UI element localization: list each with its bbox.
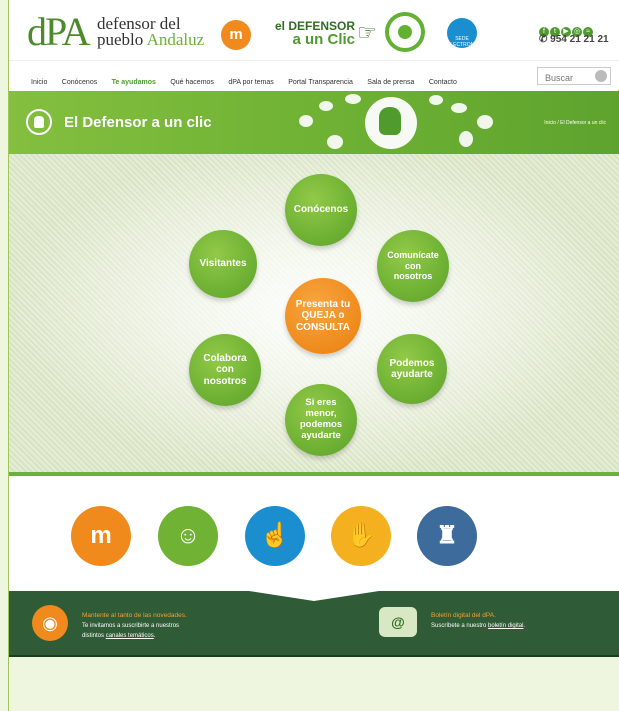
person-main-icon [365,97,417,149]
phone-text: 954 21 21 21 [550,34,609,45]
clic-line2-b: Clic [327,31,356,48]
ciudadania-icon[interactable]: ☺ [158,506,218,566]
page-frame: dPA defensor del pueblo Andaluz m el DEF… [8,0,619,711]
logo-line2-b: Andaluz [146,30,205,49]
law-icon [299,115,313,127]
breadcrumb-home[interactable]: Inicio [544,120,556,126]
document-icon [451,103,467,113]
node-colabora[interactable]: Colabora con nosotros [189,334,261,406]
menores-icon[interactable]: m [71,506,131,566]
footer-left-line3: distintos canales temáticos. [82,631,187,641]
footer-right-title: Boletín digital del dPA. [431,612,496,619]
footer-right-line2-a: Suscríbete a nuestro [431,623,487,629]
clic-line2: a un Clic [275,31,356,48]
logo-mark[interactable]: dPA [27,12,90,52]
footer-right-text: Boletín digital del dPA. Suscríbete a nu… [431,611,525,631]
site-header: dPA defensor del pueblo Andaluz m el DEF… [9,0,619,60]
clic-hand-icon[interactable]: ☝ [245,506,305,566]
sede-electronica-icon[interactable]: SEDE ELECTRONICA [447,18,483,48]
search-box [537,67,611,86]
node-conocenos[interactable]: Conócenos [285,174,357,246]
defensor-clic-logo[interactable]: el DEFENSOR a un Clic [275,20,356,48]
eye-icon [345,94,361,104]
boletin-digital-link[interactable]: boletín digital [488,623,523,629]
pointing-hand-icon: ☞ [357,20,377,45]
breadcrumb-separator: / [557,120,559,126]
nav-item-te-ayudamos[interactable]: Te ayudamos [112,79,156,86]
node-si-eres-menor[interactable]: Si eres menor, podemos ayudarte [285,384,357,456]
at-icon [477,115,493,129]
nav-item-dpa-por-temas[interactable]: dPA por temas [228,79,273,86]
handshake-icon[interactable]: ✋ [331,506,391,566]
walker-icon [459,131,473,147]
mail-icon [429,95,443,105]
hero-section: Conócenos Visitantes Comunícate con noso… [9,154,619,476]
node-label: Presenta tu QUEJA o CONSULTA [295,298,351,333]
phone-icon: ✆ [539,34,551,45]
phone-number: ✆ 954 21 21 21 [539,34,609,45]
node-label: Comunícate con nosotros [387,250,439,282]
main-nav: Inicio Conócenos Te ayudamos Qué hacemos… [9,60,619,90]
nav-item-sala-de-prensa[interactable]: Sala de prensa [367,79,414,86]
footer-right-line2-b: . [523,623,526,629]
node-label: Visitantes [199,258,247,270]
canales-tematicos-link[interactable]: canales temáticos [106,633,154,639]
mini-circle-icon [319,101,333,111]
nav-item-conocenos[interactable]: Conócenos [62,79,97,86]
parlamento-icon[interactable]: ♜ [417,506,477,566]
footer-right-line2: Suscríbete a nuestro boletín digital. [431,621,525,631]
logo-line2-a: pueblo [97,30,144,49]
footer-banner: ◉ Mantente al tanto de las novedades. Te… [9,591,619,655]
search-icon[interactable] [595,70,607,82]
node-label: Podemos ayudarte [389,357,435,381]
nav-item-que-hacemos[interactable]: Qué hacemos [170,79,214,86]
logo-text[interactable]: defensor del pueblo Andaluz [97,15,205,49]
node-label: Colabora con nosotros [203,352,247,387]
page-bottom [9,655,619,711]
node-label: Si eres menor, podemos ayudarte [299,397,343,441]
rss-feed-icon[interactable]: ◉ [32,605,68,641]
node-comunicate[interactable]: Comunícate con nosotros [377,230,449,302]
mail-at-icon[interactable]: @ [379,607,417,637]
node-podemos-ayudarte[interactable]: Podemos ayudarte [377,334,447,404]
node-presenta-queja[interactable]: Presenta tu QUEJA o CONSULTA [285,278,361,354]
node-label: Conócenos [293,204,349,216]
nav-item-inicio[interactable]: Inicio [31,79,47,86]
page-banner: El Defensor a un clic Inicio / El Defens… [9,91,619,154]
page-title: El Defensor a un clic [64,114,212,131]
node-visitantes[interactable]: Visitantes [189,230,257,298]
logo-line2: pueblo Andaluz [97,30,205,49]
quick-links: m ☺ ☝ ✋ ♜ [9,476,619,591]
nav-item-portal-transparencia[interactable]: Portal Transparencia [288,79,353,86]
hand-icon [327,135,343,149]
search-input[interactable] [538,70,590,86]
clic-line2-a: a un [292,31,324,48]
footer-left-title: Mantente al tanto de las novedades. [82,612,187,619]
footer-left-text: Mantente al tanto de las novedades. Te i… [82,611,187,641]
footer-left-line2: Te invitamos a suscribirte a nuestros [82,623,180,629]
footer-left-line3-b: . [153,633,156,639]
footer-left-line3-a: distintos [82,633,105,639]
person-icon [26,109,52,135]
breadcrumb-current: El Defensor a un clic [560,120,606,126]
menores-badge-icon[interactable]: m [221,20,251,50]
clic-circle-icon[interactable] [385,12,425,52]
breadcrumb: Inicio / El Defensor a un clic [544,120,606,126]
nav-item-contacto[interactable]: Contacto [429,79,457,86]
